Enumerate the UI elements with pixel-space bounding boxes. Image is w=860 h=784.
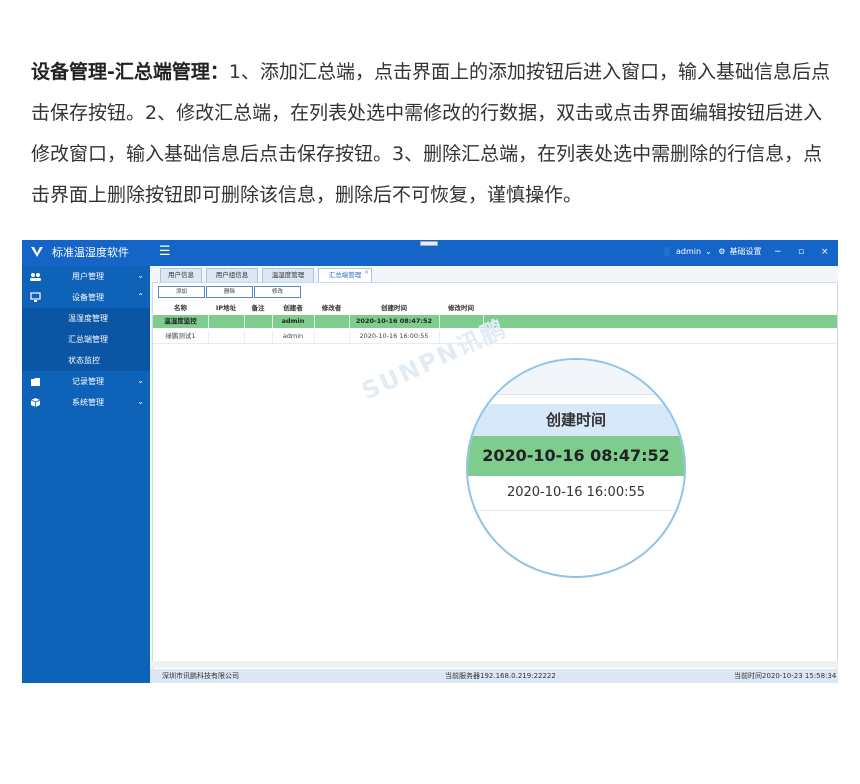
sidebar-item-label: 用户管理 [72,272,104,281]
sidebar-subitem-temp-humidity[interactable]: 温湿度管理 [22,308,150,329]
app-title: 标准温湿度软件 [52,246,129,259]
title-bar: 标准温湿度软件 ☰ 👤 admin ⌄ ⚙ 基础设置 − ▫ × [22,240,838,266]
status-bar: 深圳市讯鹏科技有限公司 当前服务器192.168.0.219:22222 当前时… [150,669,838,683]
server-address: 当前服务器192.168.0.219:22222 [445,672,556,680]
magnifier-toolbar-area [468,360,684,395]
company-name: 深圳市讯鹏科技有限公司 [162,672,239,680]
column-header[interactable]: 修改时间 [439,303,483,314]
sidebar-subitem-aggregator[interactable]: 汇总端管理 [22,329,150,350]
table-cell: admin [272,315,315,328]
intro-text: 设备管理-汇总端管理：1、添加汇总端，点击界面上的添加按钮后进入窗口，输入基础信… [31,52,831,216]
tab-aggregator[interactable]: 汇总端管理 × [318,268,372,283]
table-cell: 绿鹏测试1 [153,330,209,343]
column-header[interactable]: 创建时间 [349,303,439,314]
chevron-down-icon: ⌄ [137,271,144,280]
delete-button[interactable]: 删除 [206,286,253,298]
column-header[interactable]: IP地址 [208,303,244,314]
magnifier-callout: 创建时间 2020-10-16 08:47:52 2020-10-16 16:0… [466,358,686,578]
sidebar-item-system[interactable]: 系统管理 ⌄ [22,392,150,413]
table-cell [314,330,350,343]
table-cell [208,315,245,328]
sidebar: 用户管理 ⌄ 设备管理 ⌃ 温湿度管理 汇总端管理 状态监控 记录管理 ⌄ 系统… [22,266,150,683]
chevron-down-icon: ⌄ [137,376,144,385]
monitor-icon [30,292,41,302]
edit-button[interactable]: 修改 [254,286,301,298]
table-cell: admin [272,330,315,343]
magnifier-column-header: 创建时间 [468,404,684,436]
sidebar-item-label: 设备管理 [72,293,104,302]
tab-label: 汇总端管理 [328,271,362,279]
intro-heading: 设备管理-汇总端管理： [31,61,229,83]
sidebar-item-label: 系统管理 [72,398,104,407]
table-cell [244,315,273,328]
app-window: 标准温湿度软件 ☰ 👤 admin ⌄ ⚙ 基础设置 − ▫ × 用户管理 ⌄ 设备管… [22,240,838,683]
settings-button[interactable]: 基础设置 [729,247,761,256]
gear-icon: ⚙ [718,247,726,256]
column-header[interactable]: 创建者 [272,303,314,314]
sidebar-subitem-label: 状态监控 [68,356,100,365]
tab-temp-humidity[interactable]: 温湿度管理 [262,268,314,283]
sidebar-item-records[interactable]: 记录管理 ⌄ [22,371,150,392]
chevron-up-icon: ⌃ [137,292,144,301]
table-cell: 温湿度监控 [153,315,209,328]
column-header[interactable]: 名称 [153,303,208,314]
logo-icon [31,247,43,257]
column-header[interactable]: 备注 [244,303,272,314]
add-button[interactable]: 添加 [158,286,205,298]
user-name[interactable]: admin [676,247,701,256]
folder-icon [31,378,40,386]
users-icon [30,273,41,281]
hamburger-menu-icon[interactable]: ☰ [159,244,171,260]
sidebar-item-devices[interactable]: 设备管理 ⌃ [22,287,150,308]
column-header[interactable]: 修改者 [314,303,349,314]
user-area: 👤 admin ⌄ ⚙ 基础设置 [662,247,765,257]
cube-icon [30,398,41,407]
table-cell [208,330,245,343]
magnifier-row: 2020-10-16 16:00:55 [468,476,684,511]
window-grip[interactable] [420,241,438,246]
restore-button[interactable]: ▫ [798,246,804,258]
sidebar-subitem-label: 温湿度管理 [68,314,108,323]
table-cell [314,315,350,328]
table-cell: 2020-10-16 08:47:52 [349,315,440,328]
current-time: 当前时间2020-10-23 15:58:34 [734,672,837,680]
close-button[interactable]: × [821,246,829,258]
minimize-button[interactable]: − [774,246,782,258]
sidebar-item-label: 记录管理 [72,377,104,386]
magnifier-selected-row: 2020-10-16 08:47:52 [468,436,684,476]
table-cell [244,330,273,343]
sidebar-subitem-label: 汇总端管理 [68,335,108,344]
user-icon: 👤 [662,247,672,256]
horizontal-scrollbar[interactable] [150,661,838,668]
tab-user-group[interactable]: 用户组信息 [206,268,258,283]
sidebar-subitem-status-monitor[interactable]: 状态监控 [22,350,150,371]
close-icon[interactable]: × [364,266,369,279]
tab-user-info[interactable]: 用户信息 [160,268,202,283]
chevron-down-icon[interactable]: ⌄ [705,247,712,256]
sidebar-item-users[interactable]: 用户管理 ⌄ [22,266,150,287]
chevron-down-icon: ⌄ [137,397,144,406]
